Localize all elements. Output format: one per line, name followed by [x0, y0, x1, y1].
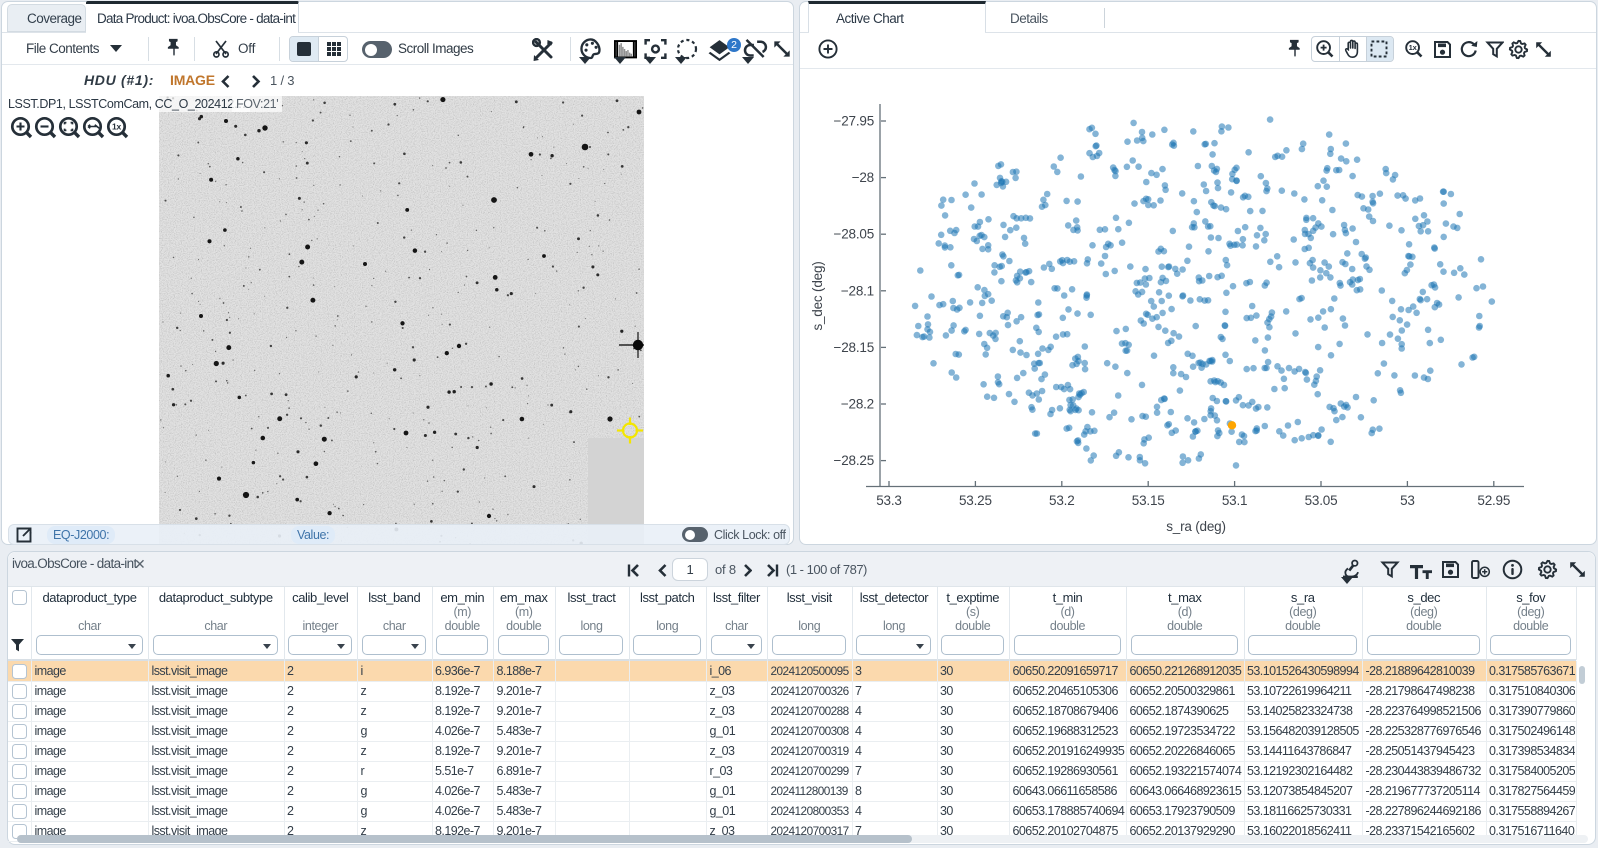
svg-text:−28.25: −28.25 — [834, 453, 874, 468]
svg-text:53: 53 — [1400, 493, 1415, 508]
svg-text:−28.15: −28.15 — [834, 340, 874, 355]
svg-text:−28: −28 — [852, 170, 874, 185]
svg-text:−28.1: −28.1 — [841, 283, 874, 298]
svg-text:1x: 1x — [112, 121, 122, 131]
svg-text:53.15: 53.15 — [1132, 493, 1165, 508]
svg-text:−28.05: −28.05 — [834, 227, 874, 242]
svg-text:−27.95: −27.95 — [834, 114, 874, 129]
svg-text:s_ra (deg): s_ra (deg) — [1166, 519, 1226, 534]
svg-text:s_dec (deg): s_dec (deg) — [810, 261, 825, 330]
svg-text:53.05: 53.05 — [1305, 493, 1338, 508]
svg-text:−28.2: −28.2 — [841, 397, 874, 412]
svg-text:53.25: 53.25 — [959, 493, 992, 508]
svg-text:52.95: 52.95 — [1477, 493, 1510, 508]
svg-text:53.1: 53.1 — [1222, 493, 1247, 508]
svg-text:53.2: 53.2 — [1049, 493, 1074, 508]
svg-text:53.3: 53.3 — [876, 493, 901, 508]
